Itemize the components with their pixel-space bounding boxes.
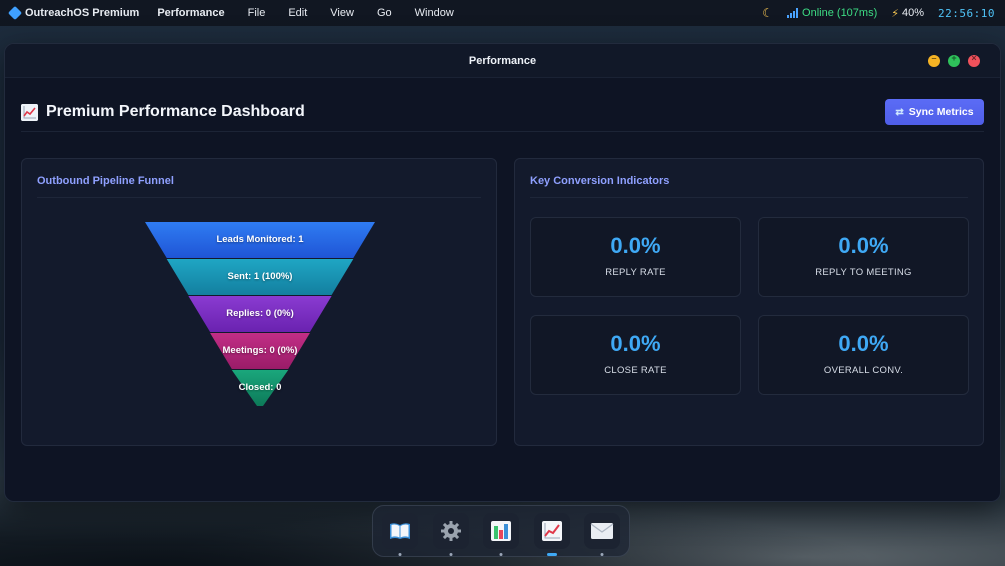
menu-view[interactable]: View — [330, 7, 354, 19]
dock-item-settings[interactable] — [432, 513, 469, 556]
minimize-button[interactable] — [928, 53, 940, 67]
dock-item-performance[interactable] — [533, 513, 570, 556]
dock-indicator — [600, 553, 604, 556]
menu-performance[interactable]: Performance — [157, 7, 224, 19]
kpi-label: CLOSE RATE — [604, 365, 667, 376]
kpi-value: 0.0% — [610, 233, 661, 258]
chart-increasing-icon — [21, 103, 38, 121]
mail-icon — [590, 523, 614, 539]
kpi-card-reply-to-meeting: 0.0% REPLY TO MEETING — [758, 217, 969, 297]
kpi-card-close-rate: 0.0% CLOSE RATE — [530, 315, 741, 395]
close-button[interactable] — [968, 53, 980, 67]
menu-window[interactable]: Window — [415, 7, 454, 19]
panel-divider — [530, 197, 968, 198]
kpi-panel: Key Conversion Indicators 0.0% REPLY RAT… — [514, 158, 984, 446]
menu-go[interactable]: Go — [377, 7, 392, 19]
performance-window: Performance Premium Performance Dashboar… — [4, 43, 1001, 502]
dock-indicator — [449, 553, 452, 556]
bar-chart-icon — [491, 521, 511, 541]
dock-indicator — [398, 553, 402, 556]
kpi-card-reply-rate: 0.0% REPLY RATE — [530, 217, 741, 297]
dock-item-analytics[interactable] — [483, 513, 519, 556]
funnel-stage-label: Leads Monitored: 1 — [216, 233, 304, 245]
kpi-card-overall-conv: 0.0% OVERALL CONV. — [758, 315, 969, 395]
gear-icon — [440, 521, 461, 541]
line-chart-icon — [541, 521, 562, 541]
kpi-value: 0.0% — [838, 233, 889, 258]
menu-edit[interactable]: Edit — [288, 7, 307, 19]
maximize-button[interactable] — [948, 53, 960, 67]
dock-item-mail[interactable] — [584, 513, 620, 556]
battery-status[interactable]: ⚡ 40% — [891, 7, 924, 20]
sync-metrics-label: Sync Metrics — [908, 106, 974, 118]
diamond-icon — [7, 5, 23, 21]
page-title: Premium Performance Dashboard — [46, 103, 305, 120]
bolt-icon: ⚡ — [891, 7, 899, 20]
window-controls — [928, 53, 980, 67]
app-name: OutreachOS Premium — [25, 7, 140, 19]
signal-icon — [787, 8, 799, 18]
dock-indicator — [499, 553, 503, 556]
dock-item-library[interactable] — [382, 513, 418, 556]
network-status[interactable]: Online (107ms) — [787, 7, 877, 19]
funnel-stage-label: Closed: 0 — [238, 381, 282, 393]
funnel-stage-label: Meetings: 0 (0%) — [222, 344, 298, 356]
funnel-panel: Outbound Pipeline Funnel Leads Monitored… — [21, 158, 497, 446]
clock: 22:56:10 — [938, 6, 995, 20]
kpi-panel-title: Key Conversion Indicators — [530, 175, 670, 187]
header-divider — [21, 131, 984, 132]
kpi-label: REPLY TO MEETING — [815, 267, 912, 278]
funnel-stage-label: Sent: 1 (100%) — [227, 270, 293, 282]
window-titlebar[interactable]: Performance — [5, 44, 1000, 78]
dock-active-indicator — [546, 553, 557, 556]
book-icon — [390, 523, 410, 539]
sync-metrics-button[interactable]: ⇄ Sync Metrics — [885, 99, 984, 125]
network-status-text: Online (107ms) — [802, 7, 878, 19]
sync-icon: ⇄ — [895, 106, 904, 118]
kpi-label: REPLY RATE — [605, 267, 666, 278]
app-menu[interactable]: OutreachOS Premium — [7, 5, 140, 21]
dashboard-header: Premium Performance Dashboard ⇄ Sync Met… — [21, 94, 984, 130]
menu-file[interactable]: File — [248, 7, 266, 19]
moon-icon[interactable]: ☾ — [762, 6, 773, 20]
funnel-stage-label: Replies: 0 (0%) — [226, 307, 294, 319]
kpi-value: 0.0% — [610, 331, 661, 356]
kpi-label: OVERALL CONV. — [823, 365, 904, 376]
battery-text: 40% — [901, 7, 925, 19]
dock — [372, 505, 630, 557]
menubar: OutreachOS Premium Performance File Edit… — [0, 0, 1005, 26]
kpi-value: 0.0% — [838, 331, 889, 356]
window-title: Performance — [468, 54, 537, 67]
pipeline-funnel — [145, 222, 375, 406]
